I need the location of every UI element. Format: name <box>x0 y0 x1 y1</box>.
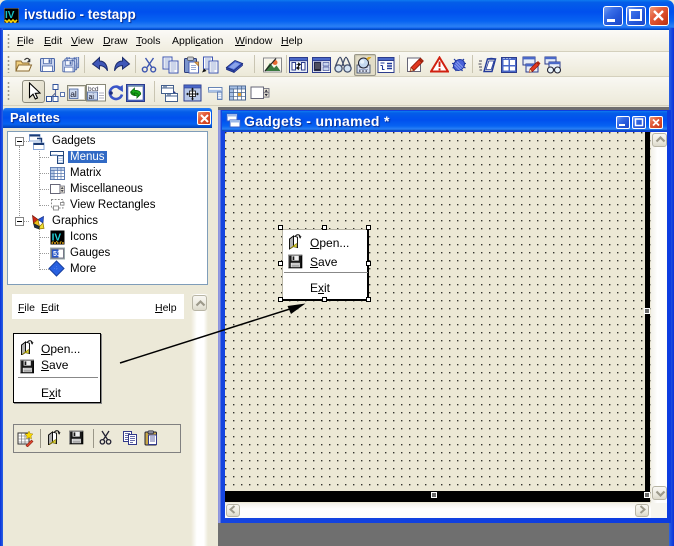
svg-text:ai: ai <box>89 94 95 101</box>
svg-text:al: al <box>70 89 77 99</box>
svg-text:51: 51 <box>53 251 61 258</box>
